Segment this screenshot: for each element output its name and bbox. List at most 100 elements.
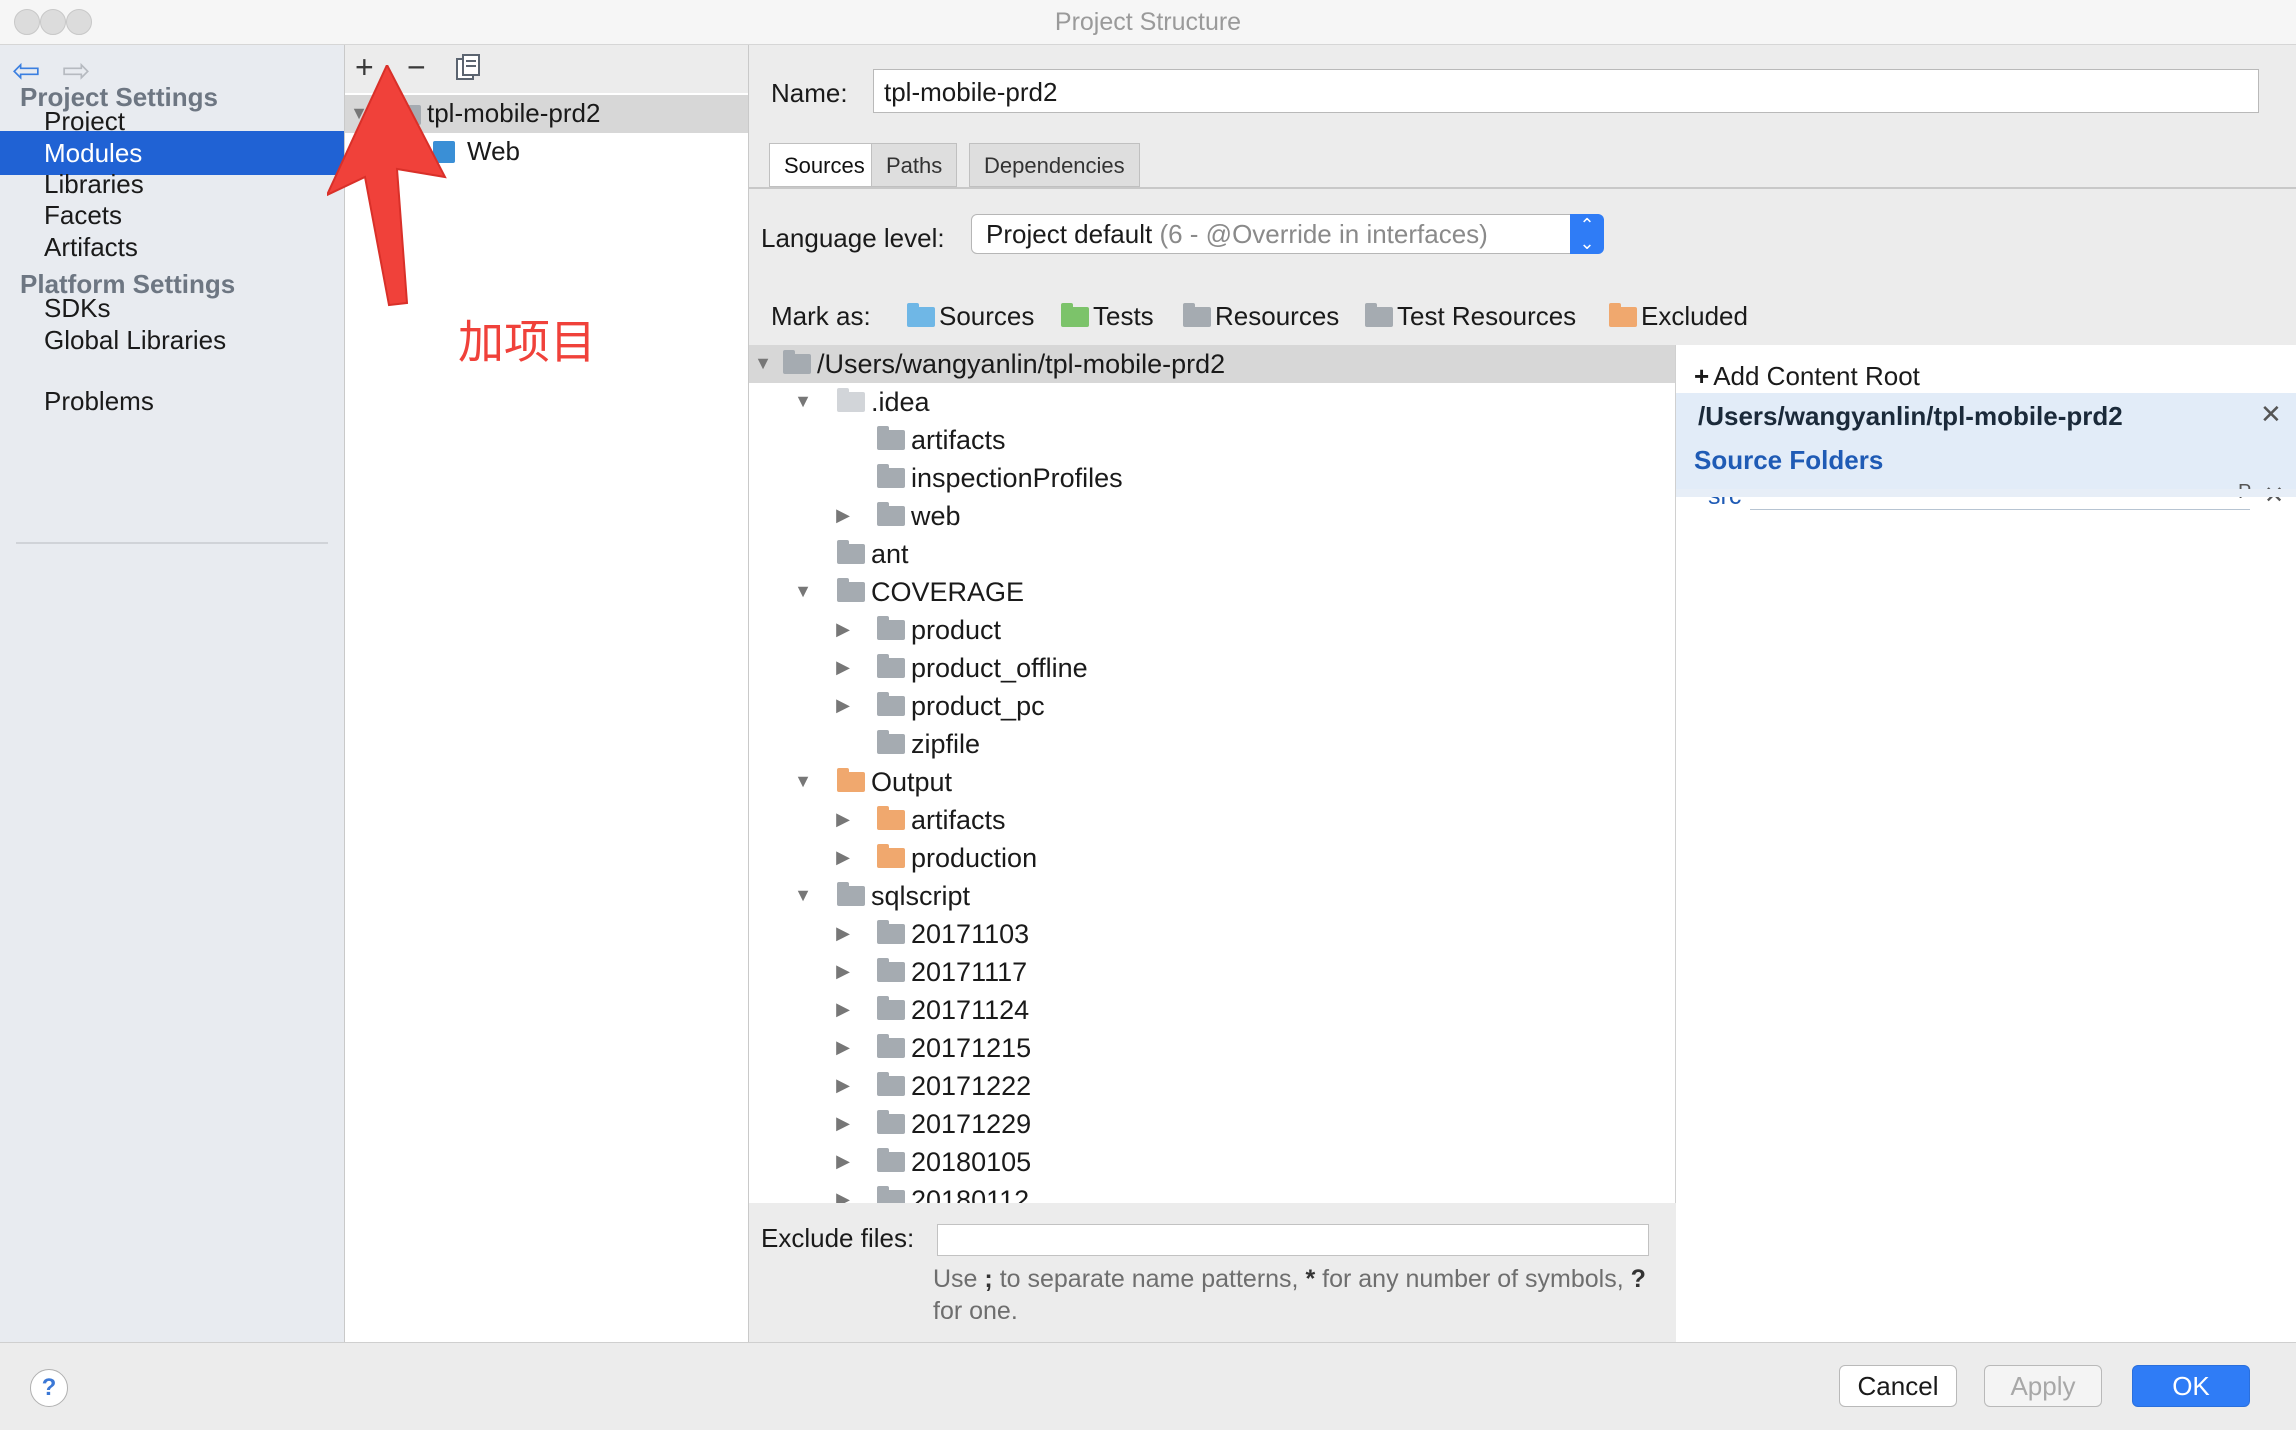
mark-as-sources-button[interactable]: Sources (907, 301, 1034, 332)
folder-icon (837, 768, 865, 792)
tree-row[interactable]: ▶ 20180112 (749, 1181, 1675, 1203)
folder-icon (877, 464, 905, 488)
tree-root-row[interactable]: ▼ /Users/wangyanlin/tpl-mobile-prd2 (749, 345, 1675, 383)
tree-row[interactable]: ▼ .idea (749, 383, 1675, 421)
tree-row[interactable]: ▶ product_pc (749, 687, 1675, 725)
folder-icon (877, 654, 905, 678)
tests-folder-icon (1061, 303, 1089, 327)
module-name-field[interactable]: tpl-mobile-prd2 (873, 69, 2259, 113)
mark-as-sources-label: Sources (939, 301, 1035, 331)
expand-arrow-icon[interactable]: ▶ (831, 923, 855, 944)
tree-row[interactable]: ▼ Output (749, 763, 1675, 801)
sidebar-item-problems[interactable]: Problems (0, 379, 344, 423)
apply-button[interactable]: Apply (1984, 1365, 2102, 1407)
expand-arrow-icon[interactable]: ▶ (831, 1037, 855, 1058)
tree-row[interactable]: ▶ product_offline (749, 649, 1675, 687)
exclude-files-label: Exclude files: (761, 1223, 915, 1253)
tree-row[interactable]: ▼ sqlscript (749, 877, 1675, 915)
tree-row-label: 20171117 (911, 957, 1028, 987)
folder-icon (877, 730, 905, 754)
tree-row-label: .idea (871, 387, 930, 417)
mark-as-excluded-label: Excluded (1641, 301, 1748, 331)
tree-row[interactable]: ▶ 20171222 (749, 1067, 1675, 1105)
expand-arrow-icon[interactable]: ▶ (831, 1075, 855, 1096)
expand-arrow-icon[interactable]: ▶ (831, 505, 855, 526)
tree-row[interactable]: inspectionProfiles (749, 459, 1675, 497)
sidebar-item-global-libraries[interactable]: Global Libraries (0, 318, 344, 362)
tree-row[interactable]: ▶ 20171124 (749, 991, 1675, 1029)
tree-row[interactable]: ▶ production (749, 839, 1675, 877)
tree-row[interactable]: ▼ COVERAGE (749, 573, 1675, 611)
tree-row[interactable]: ▶ web (749, 497, 1675, 535)
expand-arrow-icon[interactable]: ▶ (831, 619, 855, 640)
tab-paths[interactable]: Paths (871, 143, 958, 187)
tree-row[interactable]: ▶ 20171229 (749, 1105, 1675, 1143)
mark-as-tests-button[interactable]: Tests (1061, 301, 1154, 332)
ok-button[interactable]: OK (2132, 1365, 2250, 1407)
help-text: Use (933, 1265, 978, 1293)
tree-row[interactable]: zipfile (749, 725, 1675, 763)
mark-as-test-resources-label: Test Resources (1397, 301, 1577, 331)
cancel-button[interactable]: Cancel (1839, 1365, 1957, 1407)
tree-row[interactable]: ▶ 20171215 (749, 1029, 1675, 1067)
expand-arrow-icon[interactable]: ▶ (831, 809, 855, 830)
tree-row-label: 20171229 (911, 1109, 1032, 1139)
tree-row[interactable]: ▶ 20180105 (749, 1143, 1675, 1181)
language-level-detail: (6 - @Override in interfaces) (1159, 219, 1488, 249)
folder-icon (877, 806, 905, 830)
select-stepper-icon[interactable]: ⌃ ⌄ (1570, 214, 1604, 254)
tree-row-label: zipfile (911, 729, 981, 759)
sidebar-item-artifacts[interactable]: Artifacts (0, 225, 344, 269)
remove-content-root-icon[interactable]: ✕ (2260, 399, 2282, 430)
collapse-arrow-icon[interactable]: ▼ (791, 581, 815, 602)
help-token: ? (1630, 1265, 1646, 1293)
tree-row-label: artifacts (911, 805, 1006, 835)
expand-arrow-icon[interactable]: ▶ (831, 657, 855, 678)
tree-row[interactable]: ant (749, 535, 1675, 573)
tree-row-label: COVERAGE (871, 577, 1025, 607)
tree-row[interactable]: ▶ 20171103 (749, 915, 1675, 953)
folder-icon (837, 578, 865, 602)
source-folders-heading: Source Folders (1694, 445, 1884, 475)
folder-icon (877, 996, 905, 1020)
folder-icon (877, 692, 905, 716)
expand-arrow-icon[interactable]: ▼ (751, 353, 775, 374)
expand-arrow-icon[interactable]: ▶ (831, 961, 855, 982)
help-text: for one. (933, 1297, 1018, 1325)
expand-arrow-icon[interactable]: ▶ (831, 1151, 855, 1172)
tree-row-label: web (911, 501, 961, 531)
expand-arrow-icon[interactable]: ▶ (831, 1189, 855, 1203)
mark-as-resources-button[interactable]: Resources (1183, 301, 1339, 332)
expand-arrow-icon[interactable]: ▶ (831, 695, 855, 716)
language-level-select[interactable]: Project default (6 - @Override in interf… (971, 214, 1603, 254)
tree-row[interactable]: artifacts (749, 421, 1675, 459)
tree-row-label: product (911, 615, 1002, 645)
tab-sources[interactable]: Sources (769, 143, 880, 187)
mark-as-test-resources-button[interactable]: Test Resources (1365, 301, 1576, 332)
mark-as-excluded-button[interactable]: Excluded (1609, 301, 1748, 332)
collapse-arrow-icon[interactable]: ▼ (791, 771, 815, 792)
folder-icon (877, 426, 905, 450)
tree-row[interactable]: ▶ artifacts (749, 801, 1675, 839)
tree-row-label: 20171103 (911, 919, 1030, 949)
collapse-arrow-icon[interactable]: ▼ (791, 391, 815, 412)
tree-row-label: 20171124 (911, 995, 1030, 1025)
plus-icon: + (1694, 361, 1710, 391)
tree-row[interactable]: ▶ product (749, 611, 1675, 649)
add-content-root-button[interactable]: + Add Content Root (1694, 361, 1920, 392)
exclude-files-field[interactable] (937, 1224, 1649, 1256)
folder-icon (877, 1148, 905, 1172)
folder-icon (783, 350, 811, 374)
folder-icon (877, 958, 905, 982)
expand-arrow-icon[interactable]: ▶ (831, 847, 855, 868)
add-content-root-label: Add Content Root (1713, 361, 1920, 391)
help-button[interactable]: ? (30, 1369, 68, 1407)
folder-icon (877, 1110, 905, 1134)
tree-row[interactable]: ▶ 20171117 (749, 953, 1675, 991)
collapse-arrow-icon[interactable]: ▼ (791, 885, 815, 906)
tab-dependencies[interactable]: Dependencies (969, 143, 1140, 187)
expand-arrow-icon[interactable]: ▶ (831, 999, 855, 1020)
tree-row-label: product_offline (911, 653, 1088, 683)
source-folder-underline (1750, 509, 2250, 510)
expand-arrow-icon[interactable]: ▶ (831, 1113, 855, 1134)
